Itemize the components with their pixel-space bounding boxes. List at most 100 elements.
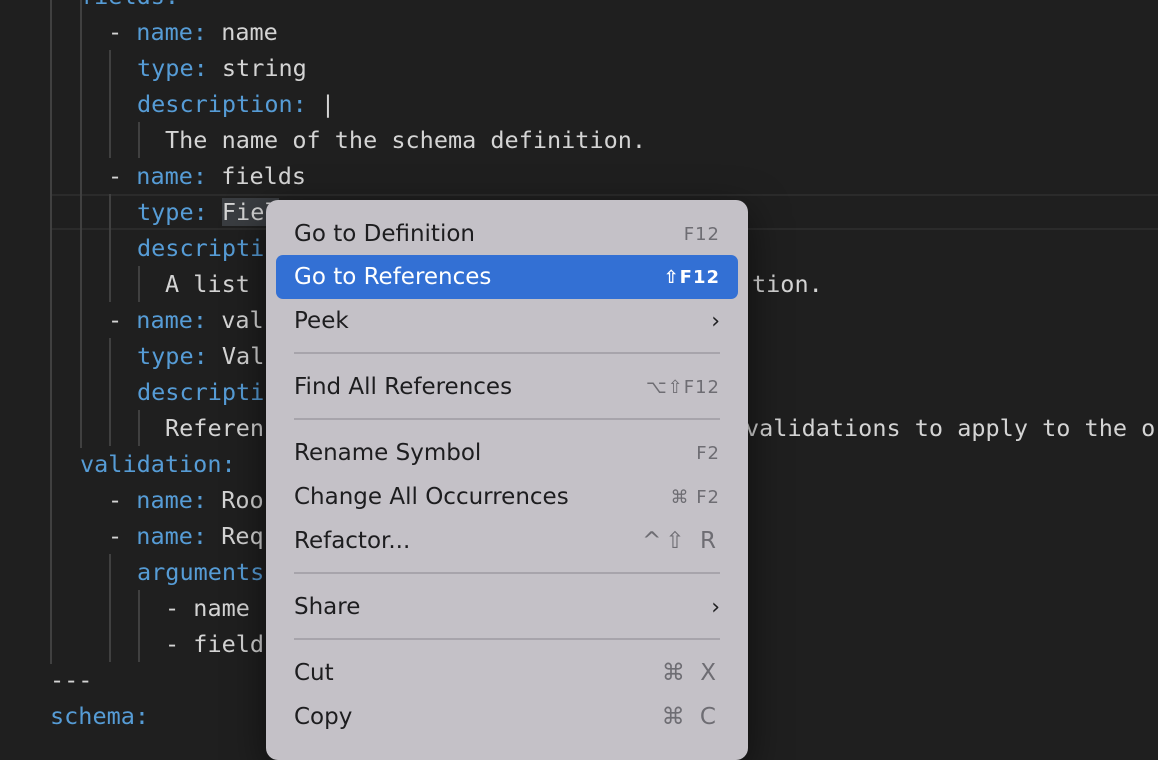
menu-item-label: Cut xyxy=(294,660,334,686)
code-line-tail: validations to apply to the o xyxy=(745,410,1155,446)
list-dash: - xyxy=(108,522,137,550)
code-line: type: Fiel xyxy=(137,194,279,230)
yaml-key: arguments xyxy=(137,558,265,586)
code-line: - name: Roo xyxy=(108,482,264,518)
code-line: descripti xyxy=(137,230,264,266)
code-line: - name: fields xyxy=(108,158,306,194)
menu-separator xyxy=(294,638,720,640)
yaml-key: name: xyxy=(136,522,208,550)
yaml-value: Val xyxy=(207,342,265,370)
yaml-text: validations to apply to the o xyxy=(745,414,1156,442)
indent-guide xyxy=(138,410,140,446)
yaml-key: schema: xyxy=(50,702,150,730)
shortcut-label: ^⇧ R xyxy=(642,528,720,554)
yaml-key: type: xyxy=(137,198,208,226)
context-menu: Go to Definition F12 Go to References ⇧F… xyxy=(266,200,748,760)
indent-guide xyxy=(138,266,140,302)
menu-item-label: Go to References xyxy=(294,264,492,290)
code-line: - name: name xyxy=(108,14,278,50)
indent-guide xyxy=(138,122,140,158)
code-line: fields: xyxy=(80,0,179,14)
shortcut-label: F12 xyxy=(683,223,720,245)
yaml-key: type: xyxy=(137,342,208,370)
yaml-text: The name of the schema definition. xyxy=(165,126,647,154)
yaml-value: fields xyxy=(207,162,307,190)
code-line: - name: val xyxy=(108,302,264,338)
indent-guide xyxy=(138,590,140,662)
yaml-key: validation: xyxy=(80,450,236,478)
code-line: type: Val xyxy=(137,338,264,374)
code-line: description: | xyxy=(137,86,335,122)
menu-item-peek[interactable]: Peek › xyxy=(276,299,738,343)
code-line-tail: tion. xyxy=(752,266,823,302)
menu-separator xyxy=(294,572,720,574)
yaml-key: descripti xyxy=(137,378,265,406)
code-line: type: string xyxy=(137,50,307,86)
code-line: --- xyxy=(50,662,92,698)
yaml-key: name: xyxy=(136,486,208,514)
menu-separator xyxy=(294,418,720,420)
yaml-key: name: xyxy=(136,306,208,334)
code-line: validation: xyxy=(80,446,236,482)
shortcut-label: ⇧F12 xyxy=(663,266,720,288)
indent-guide xyxy=(80,0,82,448)
yaml-value: val xyxy=(207,306,264,334)
indent-guide xyxy=(50,0,52,664)
menu-item-share[interactable]: Share › xyxy=(276,585,738,629)
list-dash: - xyxy=(108,306,137,334)
indent-guide xyxy=(109,194,111,302)
yaml-key: name: xyxy=(136,162,208,190)
code-line: - name xyxy=(165,590,250,626)
yaml-value: Req xyxy=(207,522,264,550)
menu-item-label: Rename Symbol xyxy=(294,440,482,466)
shortcut-label: F2 xyxy=(696,442,720,464)
yaml-key: name: xyxy=(136,18,208,46)
document-separator: --- xyxy=(50,666,93,694)
yaml-key: description: xyxy=(137,90,307,118)
shortcut-label: ⌘ F2 xyxy=(670,486,720,508)
menu-item-label: Find All References xyxy=(294,374,513,400)
list-dash: - xyxy=(108,162,137,190)
menu-item-change-all-occurrences[interactable]: Change All Occurrences ⌘ F2 xyxy=(276,475,738,519)
menu-item-label: Share xyxy=(294,594,361,620)
menu-item-find-all-references[interactable]: Find All References ⌥⇧F12 xyxy=(276,365,738,409)
list-dash: - xyxy=(108,486,137,514)
menu-item-go-to-references[interactable]: Go to References ⇧F12 xyxy=(276,255,738,299)
indent-guide xyxy=(109,554,111,662)
menu-item-label: Change All Occurrences xyxy=(294,484,569,510)
yaml-value: Roo xyxy=(207,486,264,514)
menu-item-label: Refactor... xyxy=(294,528,411,554)
menu-separator xyxy=(294,352,720,354)
yaml-text: A list xyxy=(165,270,250,298)
shortcut-label: ⌥⇧F12 xyxy=(645,376,720,398)
indent-guide xyxy=(109,50,111,158)
code-line: - field xyxy=(165,626,264,662)
yaml-text: Referen xyxy=(165,414,265,442)
code-line: Referen xyxy=(165,410,264,446)
menu-item-cut[interactable]: Cut ⌘ X xyxy=(276,651,738,695)
menu-item-go-to-definition[interactable]: Go to Definition F12 xyxy=(276,212,738,256)
code-line: The name of the schema definition. xyxy=(165,122,646,158)
shortcut-label: ⌘ C xyxy=(661,704,720,730)
menu-item-rename-symbol[interactable]: Rename Symbol F2 xyxy=(276,431,738,475)
list-dash: - xyxy=(108,18,137,46)
yaml-value xyxy=(208,198,222,226)
menu-item-label: Peek xyxy=(294,308,349,334)
yaml-key: type: xyxy=(137,54,208,82)
yaml-value: string xyxy=(207,54,307,82)
menu-item-copy[interactable]: Copy ⌘ C xyxy=(276,695,738,739)
yaml-key: fields: xyxy=(80,0,179,10)
yaml-value: name xyxy=(207,18,278,46)
menu-item-refactor[interactable]: Refactor... ^⇧ R xyxy=(276,519,738,563)
code-line: arguments xyxy=(137,554,264,590)
menu-item-label: Copy xyxy=(294,704,353,730)
chevron-right-icon: › xyxy=(711,308,720,334)
yaml-text: - field xyxy=(165,630,265,658)
code-line: schema: xyxy=(50,698,149,734)
yaml-text: tion. xyxy=(752,270,823,298)
yaml-text: - name xyxy=(165,594,250,622)
chevron-right-icon: › xyxy=(711,594,720,620)
menu-item-label: Go to Definition xyxy=(294,221,475,247)
code-line: - name: Req xyxy=(108,518,264,554)
yaml-key: descripti xyxy=(137,234,265,262)
